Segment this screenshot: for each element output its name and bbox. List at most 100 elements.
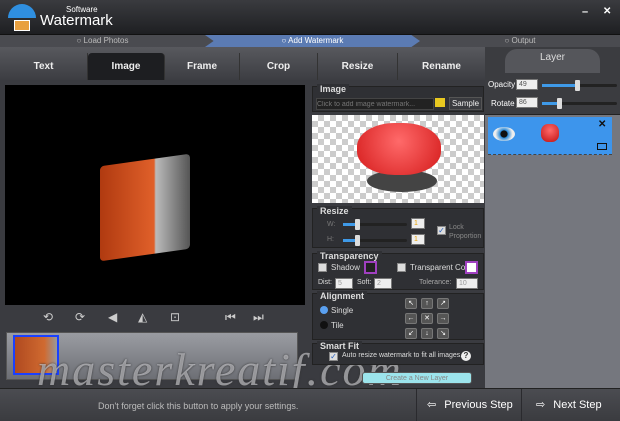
image-path-input[interactable] [316, 98, 434, 110]
layer-thumbnail [541, 124, 559, 142]
opacity-label: Opacity [488, 80, 516, 89]
width-input[interactable]: 1 [411, 218, 425, 229]
delete-layer-icon[interactable]: ✕ [598, 119, 606, 130]
fit-screen-icon[interactable]: ⊡ [170, 310, 180, 324]
thumbnail-strip: masterkreatif.com [6, 332, 401, 395]
tab-image[interactable]: Image [88, 53, 165, 80]
create-new-layer-button[interactable]: Create a New Layer [362, 372, 472, 384]
soft-stepper[interactable]: 2 [374, 278, 392, 289]
auto-resize-checkbox[interactable]: ✓ [329, 352, 338, 361]
transparent-color-checkbox[interactable] [397, 263, 406, 272]
alignment-group: Alignment Single Tile ↖ ↑ ↗ ← ✕ → ↙ ↓ ↘ [312, 291, 484, 340]
layer-title: Layer [505, 49, 600, 73]
photo-server-image [100, 153, 190, 262]
step-add-watermark[interactable]: ○ Add Watermark [205, 35, 420, 47]
lock-proportion-label: Lock Proportion [449, 224, 482, 240]
soft-label: Soft: [357, 279, 372, 286]
tab-text[interactable]: Text [0, 53, 88, 80]
next-step-label: Next Step [553, 399, 602, 411]
minimize-button[interactable]: – [582, 6, 588, 18]
alignment-title: Alignment [317, 291, 367, 301]
rotate-left-icon[interactable]: ⟲ [43, 310, 53, 324]
help-icon[interactable]: ? [461, 351, 471, 361]
align-left-button[interactable]: ← [405, 313, 417, 324]
opacity-stepper[interactable]: 49 [516, 79, 538, 90]
visibility-eye-icon[interactable] [493, 127, 515, 141]
close-button[interactable]: ✕ [603, 6, 611, 17]
layer-item-selected[interactable]: ✕ [488, 117, 612, 155]
image-group-title: Image [317, 84, 350, 94]
image-layer-icon [597, 143, 607, 150]
title-bar: Software Watermark – ✕ [0, 0, 620, 35]
single-radio[interactable] [320, 306, 328, 314]
flip-horizontal-icon[interactable]: ◀ [108, 310, 117, 324]
flip-vertical-icon[interactable]: ◭ [138, 310, 147, 324]
rotate-slider[interactable] [542, 98, 617, 109]
lock-proportion-checkbox[interactable]: ✓ [437, 226, 446, 235]
rotate-right-icon[interactable]: ⟳ [75, 310, 85, 324]
resize-group: Resize W: 1 H: 1 ✓ Lock Proportion [312, 206, 484, 248]
tile-label: Tile [331, 321, 344, 330]
transparent-color-swatch[interactable] [465, 261, 478, 274]
align-center-button[interactable]: ✕ [421, 313, 433, 324]
sample-button[interactable]: Sample [449, 97, 482, 110]
apply-hint-text: Don't forget click this button to apply … [98, 401, 299, 411]
layer-panel: Layer Opacity 49 Rotate 86 ✕ [485, 47, 620, 390]
preview-toolbar: ⟲ ⟳ ◀ ◭ ⊡ ⏮ ⏭ [5, 308, 305, 328]
tolerance-label: Tolerance: [419, 279, 452, 286]
image-preview-canvas[interactable] [5, 85, 305, 305]
tile-radio[interactable] [320, 321, 328, 329]
previous-image-icon[interactable]: ⏮ [225, 310, 236, 325]
tab-resize[interactable]: Resize [318, 53, 398, 80]
image-group: Image Sample [312, 84, 484, 112]
height-label: H: [327, 236, 334, 243]
resize-title: Resize [317, 206, 352, 216]
opacity-slider[interactable] [542, 80, 617, 91]
umbrella-logo-icon [8, 4, 36, 18]
shadow-checkbox[interactable] [318, 263, 327, 272]
transparency-group: Transparency Shadow Transparent Color Di… [312, 251, 484, 290]
height-slider[interactable] [343, 235, 407, 246]
tolerance-stepper[interactable]: 10 [456, 278, 478, 289]
folder-open-icon[interactable] [435, 98, 445, 107]
width-label: W: [327, 221, 336, 228]
align-top-button[interactable]: ↑ [421, 298, 433, 309]
align-right-button[interactable]: → [437, 313, 449, 324]
height-input[interactable]: 1 [411, 234, 425, 245]
shadow-label: Shadow [331, 263, 360, 272]
smart-fit-title: Smart Fit [317, 341, 363, 351]
tab-rename[interactable]: Rename [398, 53, 485, 80]
single-label: Single [331, 306, 354, 315]
shadow-color-swatch[interactable] [364, 261, 377, 274]
step-load-photos[interactable]: ○ Load Photos [0, 35, 205, 47]
width-slider[interactable] [343, 219, 407, 230]
previous-step-button[interactable]: ⇦ Previous Step [416, 389, 520, 421]
rotate-label: Rotate [491, 99, 515, 108]
smart-fit-group: Smart Fit ✓ Auto resize watermark to fit… [312, 341, 484, 365]
photo-logo-icon [14, 20, 30, 31]
transparency-title: Transparency [317, 251, 382, 261]
arrow-left-icon: ⇦ [427, 399, 437, 411]
step-output[interactable]: ○ Output [420, 35, 620, 47]
align-bottom-left-button[interactable]: ↙ [405, 328, 417, 339]
app-title: Watermark [40, 12, 113, 29]
red-button-cap [357, 123, 441, 175]
align-top-left-button[interactable]: ↖ [405, 298, 417, 309]
dist-stepper[interactable]: 5 [335, 278, 353, 289]
next-image-icon[interactable]: ⏭ [253, 310, 264, 325]
dist-label: Dist: [318, 279, 332, 286]
align-bottom-button[interactable]: ↓ [421, 328, 433, 339]
tab-crop[interactable]: Crop [240, 53, 318, 80]
next-step-button[interactable]: ⇨ Next Step [521, 389, 620, 421]
tab-bar: Text Image Frame Crop Resize Rename [0, 47, 485, 80]
auto-resize-label: Auto resize watermark to fit all images. [342, 352, 463, 359]
rotate-stepper[interactable]: 86 [516, 97, 538, 108]
align-top-right-button[interactable]: ↗ [437, 298, 449, 309]
arrow-right-icon: ⇨ [536, 399, 546, 411]
step-bar: ○ Load Photos ○ Add Watermark ○ Output [0, 35, 620, 47]
previous-step-label: Previous Step [444, 399, 513, 411]
tab-frame[interactable]: Frame [165, 53, 240, 80]
watermark-image-preview [312, 115, 484, 203]
bottom-bar: Don't forget click this button to apply … [0, 388, 620, 421]
align-bottom-right-button[interactable]: ↘ [437, 328, 449, 339]
